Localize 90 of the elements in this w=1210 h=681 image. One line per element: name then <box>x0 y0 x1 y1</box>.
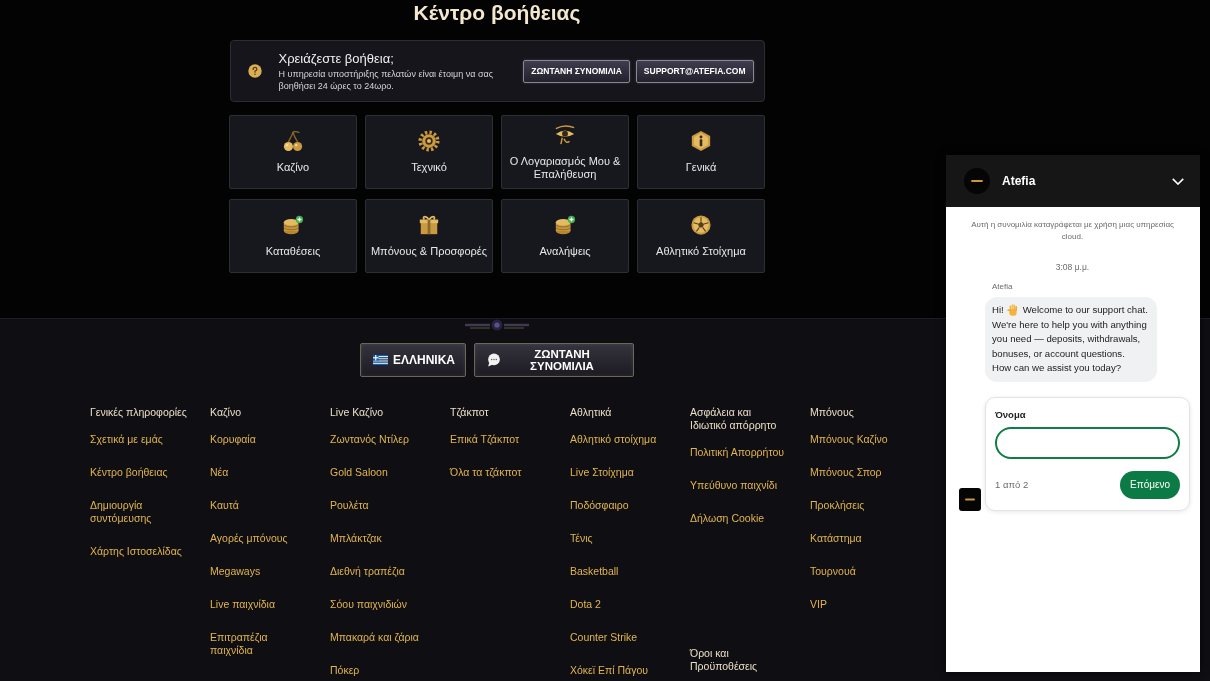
cherries-icon <box>282 130 304 152</box>
hand-icon <box>1006 304 1019 317</box>
footer-link[interactable]: Αγορές μπόνους <box>210 532 288 545</box>
footer-heading[interactable]: Live Καζίνο <box>330 406 384 419</box>
footer-link[interactable]: Κατάστημα <box>810 532 862 545</box>
footer-link[interactable]: Counter Strike <box>570 631 638 644</box>
footer-link[interactable]: Νέα <box>210 466 229 479</box>
chat-bubble-icon <box>487 353 501 367</box>
eye-icon <box>554 123 576 146</box>
help-heading: Χρειάζεστε βοήθεια; <box>278 50 395 67</box>
chat-title: Atefia <box>1002 174 1037 188</box>
field-label: Όνομα <box>995 408 1027 421</box>
footer-link[interactable]: Dota 2 <box>570 598 601 611</box>
footer-link[interactable]: Καυτά <box>210 499 239 512</box>
footer-link[interactable]: Ζωντανός Ντίλερ <box>330 433 409 446</box>
sender-name: Atefia <box>992 281 1013 292</box>
avatar-icon <box>959 487 981 511</box>
step-counter: 1 από 2 <box>995 479 1029 491</box>
footer-heading[interactable]: Ασφάλεια και Ιδιωτικό απόρρητο <box>690 406 789 432</box>
footer-heading[interactable]: Γενικές πληροφορίες <box>90 406 187 419</box>
footer-link[interactable]: Διεθνή τραπέζια <box>330 565 405 578</box>
footer-link[interactable]: Όλα τα τζάκποτ <box>450 466 522 479</box>
footer-link[interactable]: Ρουλέτα <box>330 499 369 512</box>
language-button[interactable]: ΕΛΛΗΝΙΚΑ <box>360 343 466 377</box>
category-card[interactable]: Καζίνο <box>229 115 357 189</box>
footer-link[interactable]: Τουρνουά <box>810 565 856 578</box>
ornament-icon <box>465 319 529 331</box>
category-card[interactable]: Αθλητικό Στοίχημα <box>637 199 765 273</box>
footer-link[interactable]: Δήλωση Cookie <box>690 512 765 525</box>
footer-link[interactable]: Επιτραπέζια παιχνίδια <box>210 631 309 657</box>
coins-icon <box>282 214 304 236</box>
gear-icon <box>418 130 440 152</box>
footer-link[interactable]: Live Στοίχημα <box>570 466 634 479</box>
chevron-down-icon <box>1172 177 1184 185</box>
message-text: Welcome to our support chat. <box>1022 303 1148 317</box>
greeting-text: Hi! <box>992 303 1004 317</box>
footer-link[interactable]: Χάρτης Ιστοσελίδας <box>90 545 182 558</box>
category-card[interactable]: Καταθέσεις <box>229 199 357 273</box>
footer-link[interactable]: Μπόνους Καζίνο <box>810 433 888 446</box>
gift-icon <box>418 214 440 236</box>
next-button[interactable]: Επόμενο <box>1120 470 1180 499</box>
info-icon <box>690 130 712 152</box>
category-card[interactable]: Τεχνικό <box>365 115 493 189</box>
category-card[interactable]: Μπόνους & Προσφορές <box>365 199 493 273</box>
footer-link[interactable]: Μπακαρά και ζάρια <box>330 631 419 644</box>
category-card[interactable]: Γενικά <box>637 115 765 189</box>
footer-link[interactable]: Σχετικά με εμάς <box>90 433 163 446</box>
page-title: Κέντρο βοήθειας <box>413 0 581 26</box>
help-icon <box>247 64 262 78</box>
avatar-icon <box>964 168 990 194</box>
contact-button[interactable]: SUPPORT@ATEFIA.COM <box>635 59 754 83</box>
footer-link[interactable]: Μπλάκτζακ <box>330 532 382 545</box>
footer-heading[interactable]: Μπόνους <box>810 406 854 419</box>
footer-link[interactable]: Χόκεϊ Επί Πάγου <box>570 664 648 677</box>
collapse-button[interactable] <box>1172 176 1184 186</box>
live-chat-button[interactable]: ΖΩΝΤΑΝΗ ΣΥΝΟΜΙΛΙΑ <box>474 343 634 377</box>
footer-link[interactable]: Πόκερ <box>330 664 360 677</box>
footer-link[interactable]: Gold Saloon <box>330 466 388 479</box>
footer-link[interactable]: Αθλητικό στοίχημα <box>570 433 657 446</box>
coins-icon <box>554 214 576 236</box>
footer-link[interactable]: Υπεύθυνο παιχνίδι <box>690 479 778 492</box>
category-card[interactable]: Αναλήψεις <box>501 199 629 273</box>
message-text: We're here to help you with anything you need — deposits, withdrawals, bonuses, or account questions. <box>992 317 1148 361</box>
footer-heading[interactable]: Αθλητικά <box>570 406 612 419</box>
footer-heading[interactable]: Τζάκποτ <box>450 406 489 419</box>
footer-link[interactable]: VIP <box>810 598 827 611</box>
message-text: How can we assist you today? <box>992 361 1123 376</box>
footer-link[interactable]: Κορυφαία <box>210 433 256 446</box>
footer-link[interactable]: Τένις <box>570 532 593 545</box>
footer-link[interactable]: Live παιχνίδια <box>210 598 276 611</box>
footer-link[interactable]: Δημιουργία συντόμευσης <box>90 499 189 525</box>
footer-heading[interactable]: Όροι και Προϋποθέσεις <box>690 647 789 673</box>
footer-link[interactable]: Επικά Τζάκποτ <box>450 433 520 446</box>
name-input[interactable] <box>995 426 1180 459</box>
ball-icon <box>690 214 712 236</box>
flag-icon <box>373 355 388 365</box>
footer-link[interactable]: Κέντρο βοήθειας <box>90 466 168 479</box>
footer-link[interactable]: Ποδόσφαιρο <box>570 499 629 512</box>
footer-heading[interactable]: Καζίνο <box>210 406 241 419</box>
recording-notice: Αυτή η συνομιλία καταγράφεται με χρήση μιας υπηρεσίας cloud. <box>970 219 1175 243</box>
footer-link[interactable]: Πολιτική Απορρήτου <box>690 446 785 459</box>
category-card[interactable]: Ο Λογαριασμός Μου & Επαλήθευση <box>501 115 629 189</box>
help-description: Η υπηρεσία υποστήριξης πελατών είναι έτοιμη να σας βοηθήσει 24 ώρες το 24ωρο. <box>278 67 495 92</box>
footer-link[interactable]: Megaways <box>210 565 261 578</box>
footer-link[interactable]: Μπόνους Σπορ <box>810 466 882 479</box>
footer-link[interactable]: Σόου παιχνιδιών <box>330 598 408 611</box>
message-time: 3:08 μ.μ. <box>1054 261 1091 273</box>
footer-link[interactable]: Προκλήσεις <box>810 499 865 512</box>
contact-button[interactable]: ΖΩΝΤΑΝΗ ΣΥΝΟΜΙΛΙΑ <box>523 59 630 83</box>
footer-link[interactable]: Basketball <box>570 565 619 578</box>
